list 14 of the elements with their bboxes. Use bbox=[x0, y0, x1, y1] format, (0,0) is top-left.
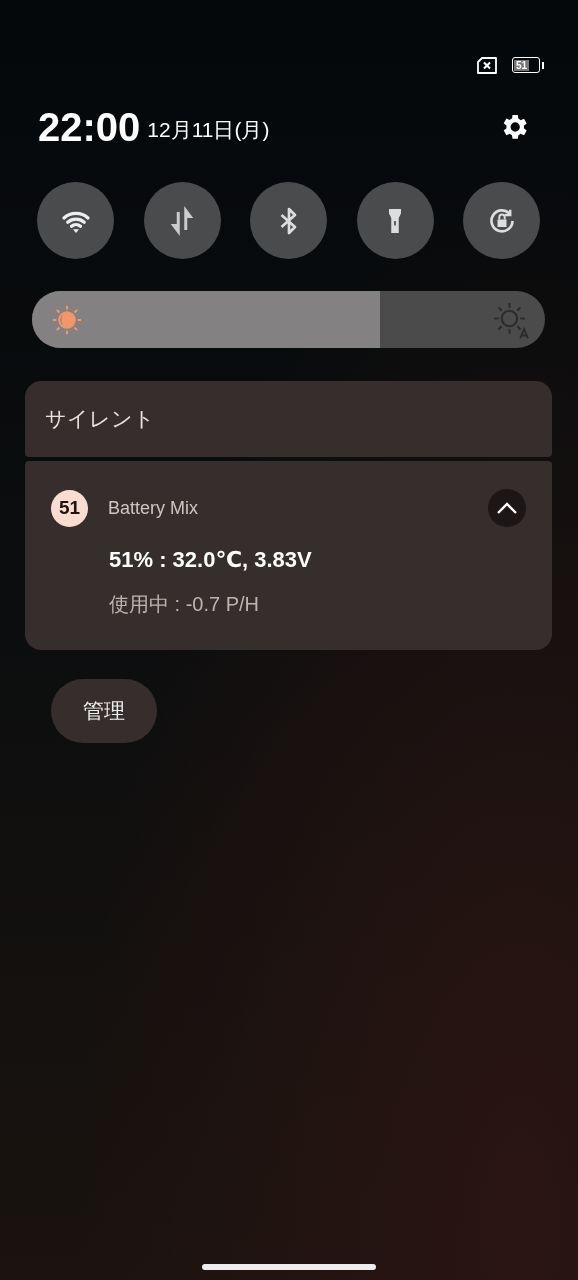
manage-button[interactable]: 管理 bbox=[51, 679, 157, 743]
notification-text: 使用中 : -0.7 P/H bbox=[109, 592, 261, 617]
battery-percent: 51 bbox=[514, 59, 530, 71]
app-badge: 51 bbox=[51, 489, 88, 527]
collapse-button[interactable] bbox=[488, 489, 526, 527]
app-name: Battery Mix bbox=[108, 497, 200, 519]
no-sim-icon bbox=[476, 56, 498, 74]
brightness-slider[interactable] bbox=[32, 291, 545, 348]
notification-card[interactable]: 51 Battery Mix 51% : 32.0℃, 3.83V 使用中 : -0.7 P/H bbox=[25, 461, 552, 650]
chevron-icon bbox=[496, 501, 518, 515]
clock-time: 22:00 bbox=[38, 104, 141, 150]
notification-title: 51% : 32.0℃, 3.83V bbox=[109, 547, 313, 573]
date-text: 12月11日(月) bbox=[147, 117, 270, 143]
silent-label: サイレント bbox=[45, 406, 155, 432]
